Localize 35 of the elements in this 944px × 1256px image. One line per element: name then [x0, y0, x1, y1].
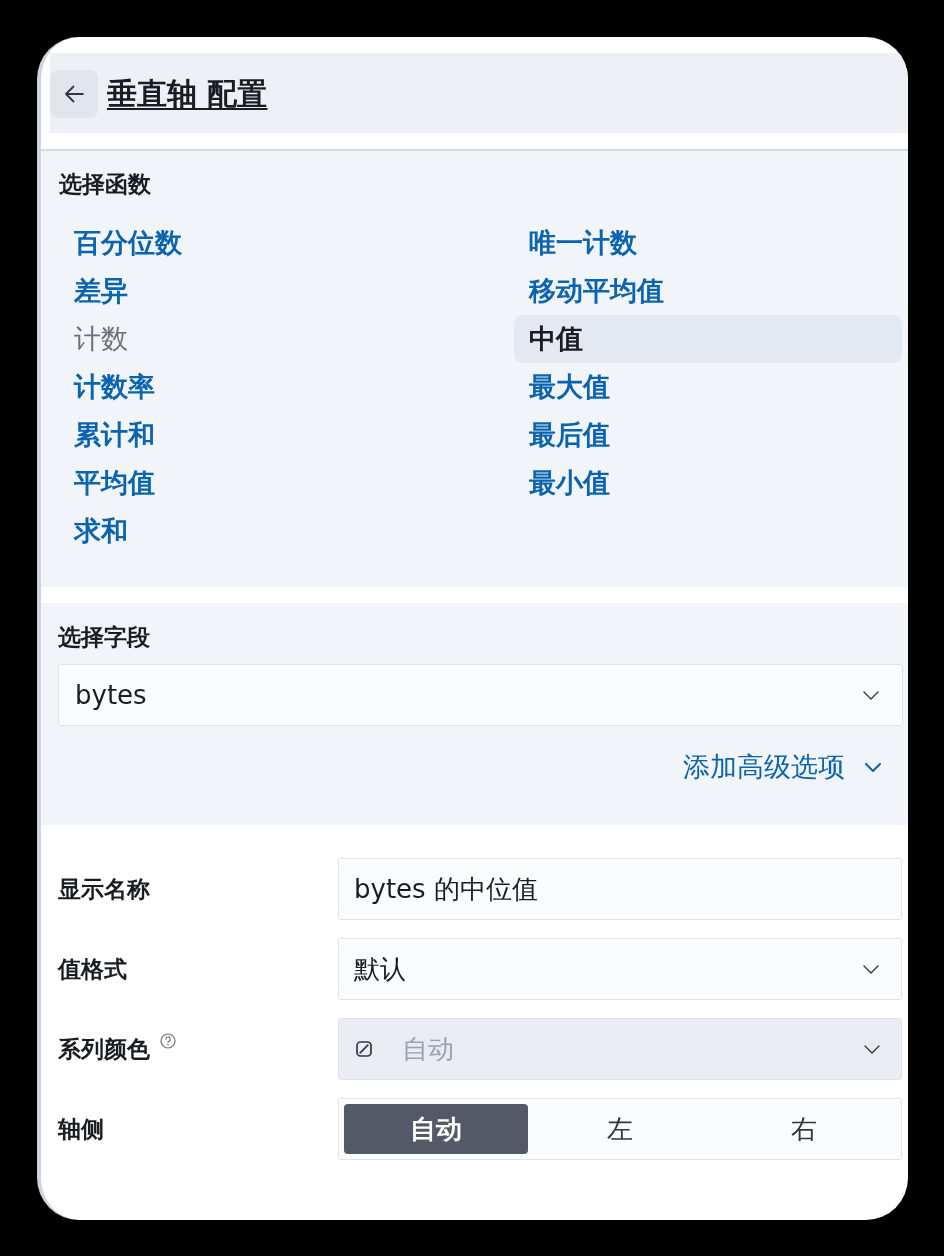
arrow-left-icon: [64, 85, 84, 103]
help-icon[interactable]: [160, 1033, 176, 1049]
function-option[interactable]: 平均值: [59, 459, 170, 507]
function-option[interactable]: 唯一计数: [514, 219, 652, 267]
toggle-option[interactable]: 自动: [344, 1104, 528, 1154]
toggle-option[interactable]: 左: [528, 1104, 712, 1154]
dropdown-select[interactable]: 默认: [338, 938, 902, 1000]
panel-title: 垂直轴 配置: [107, 75, 268, 113]
section-label: 选择字段: [58, 623, 150, 652]
no-color-swatch-icon: [356, 1041, 372, 1057]
chevron-down-icon: [863, 690, 879, 700]
setting-label: 轴侧: [58, 1115, 104, 1144]
color-picker-field[interactable]: 自动: [338, 1018, 902, 1080]
setting-label: 显示名称: [58, 875, 150, 904]
chevron-down-icon: [863, 964, 879, 974]
toggle-option[interactable]: 右: [712, 1104, 896, 1154]
function-option[interactable]: 移动平均值: [514, 267, 679, 315]
function-option[interactable]: 百分位数: [59, 219, 197, 267]
function-option[interactable]: 最小值: [514, 459, 625, 507]
function-option[interactable]: 最大值: [514, 363, 625, 411]
function-option[interactable]: 最后值: [514, 411, 625, 459]
section-label: 选择函数: [59, 170, 151, 199]
function-option[interactable]: 求和: [59, 507, 143, 555]
text-input[interactable]: bytes 的中位值: [338, 858, 902, 920]
function-option[interactable]: 中值: [514, 315, 902, 363]
advanced-options-link[interactable]: 添加高级选项: [683, 750, 881, 784]
chevron-down-icon: [865, 762, 881, 772]
function-option[interactable]: 差异: [59, 267, 143, 315]
field-select[interactable]: bytes: [58, 664, 903, 726]
setting-label: 系列颜色: [58, 1035, 150, 1064]
chevron-down-icon: [864, 1045, 880, 1054]
function-option[interactable]: 计数率: [59, 363, 170, 411]
back-button[interactable]: [50, 70, 98, 118]
setting-label: 值格式: [58, 955, 127, 984]
function-option[interactable]: 累计和: [59, 411, 170, 459]
